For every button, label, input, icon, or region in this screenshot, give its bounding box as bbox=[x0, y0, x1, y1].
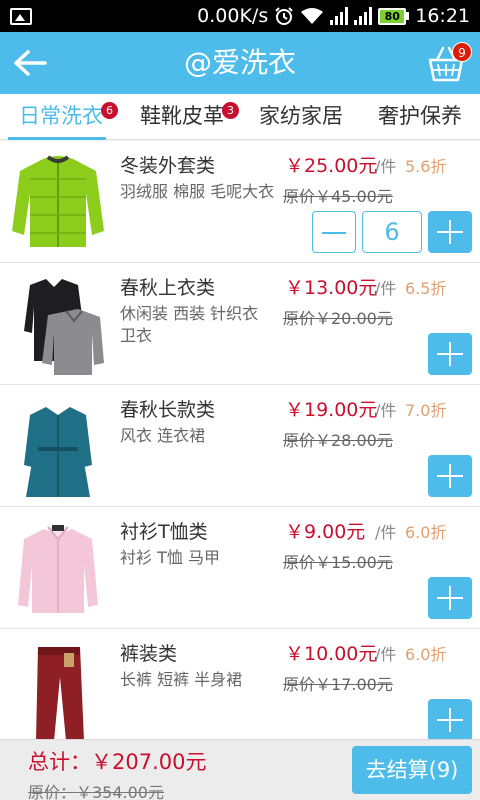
tab-label: 日常洗衣 bbox=[19, 104, 103, 128]
item-original-price: 原价￥20.00元 bbox=[283, 309, 393, 328]
item-unit: /件 bbox=[375, 645, 397, 664]
original-total-price: 原价：￥354.00元 bbox=[28, 783, 164, 800]
add-to-cart-button[interactable] bbox=[428, 455, 472, 497]
alarm-icon bbox=[275, 7, 293, 25]
increase-quantity-button[interactable] bbox=[428, 211, 472, 253]
item-tags: 衬衫 T恤 马甲 bbox=[120, 548, 220, 567]
signal-icon bbox=[354, 7, 373, 25]
wifi-icon bbox=[301, 8, 324, 24]
add-to-cart-button[interactable] bbox=[428, 333, 472, 375]
jacket-sweater-image bbox=[24, 279, 104, 375]
add-to-cart-button[interactable] bbox=[428, 577, 472, 619]
pink-shirt-image bbox=[18, 525, 98, 613]
item-discount: 5.6折 bbox=[405, 157, 447, 176]
battery-level: 80 bbox=[378, 7, 407, 25]
checkout-bar: 总计：￥207.00元 原价：￥354.00元 去结算(9) bbox=[0, 739, 480, 800]
item-discount: 6.0折 bbox=[405, 523, 447, 542]
add-to-cart-button[interactable] bbox=[428, 699, 472, 739]
tab-label: 家纺家居 bbox=[259, 104, 343, 128]
item-tags: 长裤 短裤 半身裙 bbox=[120, 670, 243, 689]
item-discount: 7.0折 bbox=[405, 401, 447, 420]
list-item: 春秋长款类 风衣 连衣裙 ￥19.00元 /件 7.0折 原价￥28.00元 bbox=[0, 385, 480, 507]
status-bar: 0.00K/s 80 16:21 bbox=[0, 0, 480, 32]
tab-badge: 3 bbox=[222, 102, 239, 119]
item-name: 春秋上衣类 bbox=[120, 277, 216, 299]
page-title: @爱洗衣 bbox=[183, 46, 296, 79]
item-name: 衬衫T恤类 bbox=[120, 521, 208, 543]
network-speed: 0.00K/s bbox=[197, 5, 269, 27]
list-item: 裤装类 长裤 短裤 半身裙 ￥10.00元 /件 6.0折 原价￥17.00元 bbox=[0, 629, 480, 739]
item-price: ￥13.00元 bbox=[285, 277, 378, 299]
tab-shoes-leather[interactable]: 鞋靴皮革 3 bbox=[122, 94, 242, 140]
tab-daily-laundry[interactable]: 日常洗衣 6 bbox=[0, 94, 122, 140]
cart-button[interactable]: 9 bbox=[424, 40, 472, 84]
item-name: 春秋长款类 bbox=[120, 399, 216, 421]
battery-icon: 80 bbox=[378, 7, 410, 25]
item-original-price: 原价￥45.00元 bbox=[283, 187, 393, 206]
item-tags: 羽绒服 棉服 毛呢大衣 bbox=[120, 182, 275, 201]
category-tabs: 日常洗衣 6 鞋靴皮革 3 家纺家居 奢护保养 bbox=[0, 94, 480, 140]
teal-coat-image bbox=[24, 407, 92, 497]
service-list: 冬装外套类 羽绒服 棉服 毛呢大衣 ￥25.00元 /件 5.6折 原价￥45.… bbox=[0, 141, 480, 739]
item-name: 冬装外套类 bbox=[120, 155, 216, 177]
image-icon bbox=[10, 7, 32, 25]
tab-label: 奢护保养 bbox=[378, 104, 462, 128]
cart-count-badge: 9 bbox=[452, 42, 472, 62]
item-tags: 风衣 连衣裙 bbox=[120, 426, 206, 445]
item-discount: 6.0折 bbox=[405, 645, 447, 664]
clock: 16:21 bbox=[415, 5, 470, 27]
quantity-value[interactable]: 6 bbox=[362, 211, 422, 253]
total-price: 总计：￥207.00元 bbox=[28, 750, 207, 774]
item-unit: /件 bbox=[375, 523, 397, 542]
tab-badge: 6 bbox=[101, 102, 118, 119]
tab-luxury-care[interactable]: 奢护保养 bbox=[360, 94, 480, 140]
item-original-price: 原价￥17.00元 bbox=[283, 675, 393, 694]
list-item: 冬装外套类 羽绒服 棉服 毛呢大衣 ￥25.00元 /件 5.6折 原价￥45.… bbox=[0, 141, 480, 263]
item-price: ￥19.00元 bbox=[285, 399, 378, 421]
item-unit: /件 bbox=[375, 279, 397, 298]
red-trousers-image bbox=[36, 647, 84, 739]
item-name: 裤装类 bbox=[120, 643, 178, 665]
item-price: ￥9.00元 bbox=[285, 521, 366, 543]
tab-home-textiles[interactable]: 家纺家居 bbox=[242, 94, 360, 140]
item-original-price: 原价￥15.00元 bbox=[283, 553, 393, 572]
item-price: ￥10.00元 bbox=[285, 643, 378, 665]
list-item: 衬衫T恤类 衬衫 T恤 马甲 ￥9.00元 /件 6.0折 原价￥15.00元 bbox=[0, 507, 480, 629]
checkout-button[interactable]: 去结算(9) bbox=[352, 746, 472, 794]
item-unit: /件 bbox=[375, 401, 397, 420]
tab-label: 鞋靴皮革 bbox=[140, 104, 224, 128]
item-original-price: 原价￥28.00元 bbox=[283, 431, 393, 450]
item-tags: 休闲装 西装 针织衣 卫衣 bbox=[120, 304, 259, 345]
item-price: ￥25.00元 bbox=[285, 155, 378, 177]
green-jacket-image bbox=[12, 155, 104, 247]
decrease-quantity-button[interactable] bbox=[312, 211, 356, 253]
list-item: 春秋上衣类 休闲装 西装 针织衣 卫衣 ￥13.00元 /件 6.5折 原价￥2… bbox=[0, 263, 480, 385]
app-header: @爱洗衣 9 bbox=[0, 32, 480, 94]
signal-icon bbox=[330, 7, 349, 25]
item-discount: 6.5折 bbox=[405, 279, 447, 298]
item-unit: /件 bbox=[375, 157, 397, 176]
